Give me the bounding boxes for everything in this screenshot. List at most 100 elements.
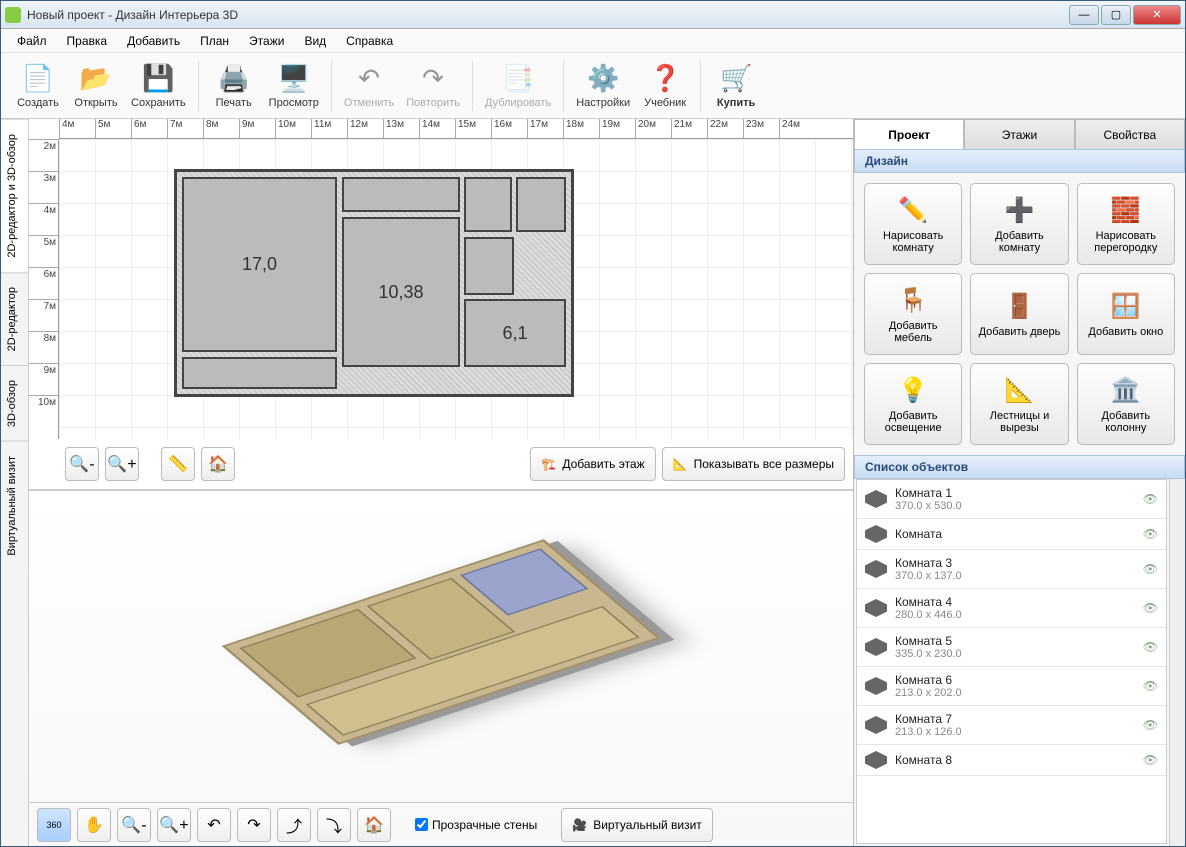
design-icon: 🧱	[1110, 194, 1142, 226]
objects-list[interactable]: Комната 1370.0 x 530.0👁Комната👁Комната 3…	[856, 479, 1167, 844]
plan-2d-area: 4м5м6м7м8м9м10м11м12м13м14м15м16м17м18м1…	[29, 119, 853, 489]
toolbar-save-button[interactable]: 💾Сохранить	[125, 61, 192, 111]
rotate-360-button[interactable]: 360	[37, 808, 71, 842]
transparent-walls-checkbox[interactable]: Прозрачные стены	[415, 818, 537, 832]
visibility-icon[interactable]: 👁	[1143, 640, 1158, 654]
rotate-left-button[interactable]: ↶	[197, 808, 231, 842]
room-small-1[interactable]	[464, 177, 512, 232]
file-icon: 📄	[22, 63, 54, 95]
main-window: Новый проект - Дизайн Интерьера 3D — ▢ ✕…	[0, 0, 1186, 847]
design-icon: ➕	[1003, 194, 1035, 226]
home-button[interactable]: 🏠	[201, 447, 235, 481]
menubar: ФайлПравкаДобавитьПланЭтажиВидСправка	[1, 29, 1185, 53]
menu-Этажи[interactable]: Этажи	[239, 31, 294, 51]
sidebar-tab-Проект[interactable]: Проект	[854, 119, 964, 149]
menu-Справка[interactable]: Справка	[336, 31, 403, 51]
zoom-in-button[interactable]: 🔍+	[105, 447, 139, 481]
menu-Правка[interactable]: Правка	[57, 31, 118, 51]
redo-icon: ↷	[417, 63, 449, 95]
design-btn[interactable]: 🚪Добавить дверь	[970, 273, 1068, 355]
object-item[interactable]: Комната 8👁	[857, 745, 1166, 776]
objects-section-header: Список объектов	[854, 455, 1185, 479]
rotate-down-button[interactable]: ⤵	[317, 808, 351, 842]
toolbar-help-button[interactable]: ❓Учебник	[636, 61, 694, 111]
menu-Файл[interactable]: Файл	[7, 31, 57, 51]
floorplan[interactable]: 17,0 10,38 6,1	[174, 169, 574, 397]
zoom-out-3d-button[interactable]: 🔍-	[117, 808, 151, 842]
visibility-icon[interactable]: 👁	[1143, 753, 1158, 767]
room-hall[interactable]	[342, 177, 460, 212]
titlebar: Новый проект - Дизайн Интерьера 3D — ▢ ✕	[1, 1, 1185, 29]
object-item[interactable]: Комната👁	[857, 519, 1166, 550]
sidebar-tab-Этажи[interactable]: Этажи	[964, 119, 1074, 149]
visibility-icon[interactable]: 👁	[1143, 492, 1158, 506]
virtual-visit-button[interactable]: 🎥Виртуальный визит	[561, 808, 713, 842]
object-item[interactable]: Комната 1370.0 x 530.0👁	[857, 480, 1166, 519]
sidebar: ПроектЭтажиСвойства Дизайн ✏️Нарисовать …	[853, 119, 1185, 846]
design-btn[interactable]: 🪑Добавить мебель	[864, 273, 962, 355]
design-btn[interactable]: ➕Добавить комнату	[970, 183, 1068, 265]
room-bottom[interactable]	[182, 357, 337, 389]
room-small-3[interactable]	[464, 237, 514, 295]
pan-button[interactable]: ✋	[77, 808, 111, 842]
measure-button[interactable]: 📏	[161, 447, 195, 481]
design-btn[interactable]: 💡Добавить освещение	[864, 363, 962, 445]
toolbar-print-button[interactable]: 🖨️Печать	[205, 61, 263, 111]
cube-icon	[865, 638, 887, 656]
vtab-2[interactable]: 3D-обзор	[1, 365, 28, 441]
room-small-2[interactable]	[516, 177, 566, 232]
toolbar-undo-button[interactable]: ↶Отменить	[338, 61, 400, 111]
scrollbar[interactable]	[1169, 479, 1185, 846]
toolbar-cart-button[interactable]: 🛒Купить	[707, 61, 765, 111]
minimize-button[interactable]: —	[1069, 5, 1099, 25]
close-button[interactable]: ✕	[1133, 5, 1181, 25]
design-icon: 🚪	[1003, 290, 1035, 322]
maximize-button[interactable]: ▢	[1101, 5, 1131, 25]
object-item[interactable]: Комната 7213.0 x 126.0👁	[857, 706, 1166, 745]
menu-План[interactable]: План	[190, 31, 239, 51]
object-item[interactable]: Комната 5335.0 x 230.0👁	[857, 628, 1166, 667]
menu-Вид[interactable]: Вид	[294, 31, 336, 51]
room-3[interactable]: 6,1	[464, 299, 566, 367]
view-3d-area: 360 ✋ 🔍- 🔍+ ↶ ↷ ⤴ ⤵ 🏠 Прозрачные стены 🎥…	[29, 489, 853, 846]
object-item[interactable]: Комната 6213.0 x 202.0👁	[857, 667, 1166, 706]
toolbar-file-button[interactable]: 📄Создать	[9, 61, 67, 111]
toolbar-redo-button[interactable]: ↷Повторить	[400, 61, 466, 111]
toolbar-copy-button[interactable]: 📑Дублировать	[479, 61, 557, 111]
zoom-out-button[interactable]: 🔍-	[65, 447, 99, 481]
rotate-up-button[interactable]: ⤴	[277, 808, 311, 842]
visibility-icon[interactable]: 👁	[1143, 527, 1158, 541]
canvas-2d[interactable]: 17,0 10,38 6,1	[59, 139, 853, 439]
vtab-0[interactable]: 2D-редактор и 3D-обзор	[1, 119, 28, 272]
design-icon: 🪑	[897, 284, 929, 316]
object-item[interactable]: Комната 3370.0 x 137.0👁	[857, 550, 1166, 589]
room-2[interactable]: 10,38	[342, 217, 460, 367]
rotate-right-button[interactable]: ↷	[237, 808, 271, 842]
vtab-3[interactable]: Виртуальный визит	[1, 441, 28, 570]
show-dimensions-button[interactable]: 📐Показывать все размеры	[662, 447, 845, 481]
design-btn[interactable]: ✏️Нарисовать комнату	[864, 183, 962, 265]
visibility-icon[interactable]: 👁	[1143, 601, 1158, 615]
zoom-in-3d-button[interactable]: 🔍+	[157, 808, 191, 842]
toolbar-monitor-button[interactable]: 🖥️Просмотр	[263, 61, 325, 111]
design-btn[interactable]: 🧱Нарисовать перегородку	[1077, 183, 1175, 265]
design-btn[interactable]: 🏛️Добавить колонну	[1077, 363, 1175, 445]
render-3d[interactable]	[29, 491, 853, 802]
vtab-1[interactable]: 2D-редактор	[1, 272, 28, 365]
toolbar-gear-button[interactable]: ⚙️Настройки	[570, 61, 636, 111]
object-item[interactable]: Комната 4280.0 x 446.0👁	[857, 589, 1166, 628]
menu-Добавить[interactable]: Добавить	[117, 31, 190, 51]
visibility-icon[interactable]: 👁	[1143, 679, 1158, 693]
design-icon: 📐	[1003, 374, 1035, 406]
add-floor-button[interactable]: 🏗️Добавить этаж	[530, 447, 655, 481]
room-1[interactable]: 17,0	[182, 177, 337, 352]
toolbar: 📄Создать📂Открыть💾Сохранить 🖨️Печать🖥️Прос…	[1, 53, 1185, 119]
visibility-icon[interactable]: 👁	[1143, 562, 1158, 576]
visibility-icon[interactable]: 👁	[1143, 718, 1158, 732]
home-3d-button[interactable]: 🏠	[357, 808, 391, 842]
design-btn[interactable]: 📐Лестницы и вырезы	[970, 363, 1068, 445]
design-btn[interactable]: 🪟Добавить окно	[1077, 273, 1175, 355]
toolbar-folder-button[interactable]: 📂Открыть	[67, 61, 125, 111]
sidebar-tab-Свойства[interactable]: Свойства	[1075, 119, 1185, 149]
design-section-header: Дизайн	[854, 149, 1185, 173]
